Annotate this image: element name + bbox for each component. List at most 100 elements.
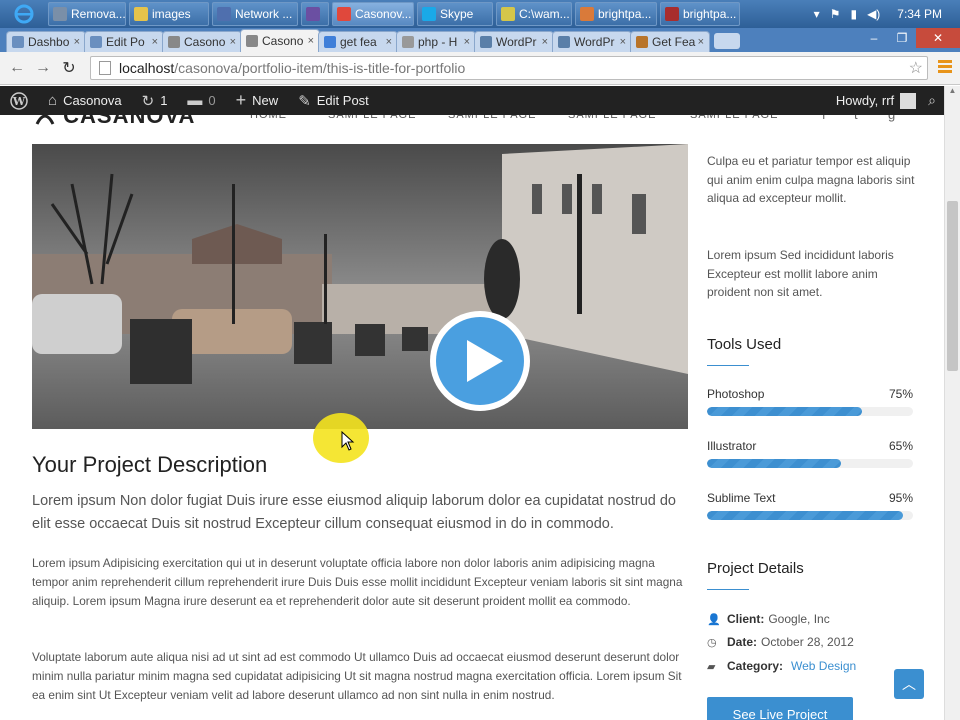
tab-favicon-icon xyxy=(558,36,570,48)
play-button[interactable] xyxy=(425,308,535,414)
tool-percent: 75% xyxy=(888,387,913,401)
taskbar-button[interactable] xyxy=(301,2,329,26)
folder-icon: ▰ xyxy=(707,660,716,673)
category-link[interactable]: Web Design xyxy=(791,659,856,673)
browser-tab[interactable]: Casono × xyxy=(240,29,320,52)
site-name: Casonova xyxy=(63,93,122,108)
tab-favicon-icon xyxy=(402,36,414,48)
app-icon xyxy=(501,7,515,21)
tab-close-icon[interactable]: × xyxy=(464,36,470,48)
maximize-button[interactable]: ❐ xyxy=(888,28,916,48)
admin-updates[interactable]: ↻ 1 xyxy=(142,92,168,110)
tab-favicon-icon xyxy=(324,36,336,48)
wp-admin-bar: W ⌂ Casonova ↻ 1 ▬ 0 + New ✎ Edit Post Howdy,… xyxy=(0,86,944,115)
browser-tab[interactable]: Edit Po × xyxy=(84,31,164,52)
clock[interactable]: 7:34 PM xyxy=(897,7,942,21)
browser-tab[interactable]: Dashbo × xyxy=(6,31,86,52)
howdy-user[interactable]: Howdy, rrf xyxy=(836,93,894,108)
minimize-button[interactable]: – xyxy=(860,28,888,48)
scroll-up-arrow-icon[interactable]: ▲ xyxy=(945,86,960,95)
back-button[interactable]: ← xyxy=(6,57,28,79)
flag-icon[interactable]: ⚑ xyxy=(830,7,841,21)
back-to-top-button[interactable]: ︿ xyxy=(894,669,924,699)
admin-search-icon[interactable]: ⌕ xyxy=(928,92,936,109)
project-details-heading: Project Details xyxy=(707,560,804,577)
tab-label: WordPr xyxy=(496,35,537,49)
tool-name: Photoshop xyxy=(707,387,765,401)
taskbar-button[interactable]: Remova... xyxy=(48,2,126,26)
tab-close-icon[interactable]: × xyxy=(152,36,158,48)
admin-new[interactable]: + New xyxy=(236,90,279,111)
taskbar-button[interactable]: images xyxy=(129,2,209,26)
browser-tab[interactable]: php - H × xyxy=(396,31,476,52)
tab-favicon-icon xyxy=(480,36,492,48)
tab-close-icon[interactable]: × xyxy=(620,36,626,48)
progress-track xyxy=(707,459,913,468)
client-label: Client: xyxy=(727,612,765,626)
browser-tab[interactable]: WordPr × xyxy=(552,31,632,52)
page-scrollbar[interactable]: ▲ xyxy=(944,86,960,720)
taskbar-button[interactable]: brightpa... xyxy=(660,2,740,26)
tab-close-icon[interactable]: × xyxy=(542,36,548,48)
google-plus-icon[interactable]: g xyxy=(888,115,895,122)
address-bar[interactable]: localhost/casonova/portfolio-item/this-i… xyxy=(90,56,928,80)
taskbar-button[interactable]: Casonov... xyxy=(332,2,414,26)
admin-site-link[interactable]: ⌂ Casonova xyxy=(48,92,122,109)
browser-tab[interactable]: WordPr × xyxy=(474,31,554,52)
wordpress-logo-icon[interactable]: W xyxy=(10,91,28,110)
admin-edit-post[interactable]: ✎ Edit Post xyxy=(298,92,369,110)
ie-icon[interactable] xyxy=(0,0,48,28)
project-video[interactable] xyxy=(32,144,688,429)
app-icon xyxy=(422,7,436,21)
tray-arrow-icon[interactable]: ▾ xyxy=(814,7,820,21)
tab-favicon-icon xyxy=(90,36,102,48)
updates-icon: ↻ xyxy=(141,92,155,110)
browser-tab[interactable]: Casono × xyxy=(162,31,242,52)
browser-tab[interactable]: Get Fea × xyxy=(630,31,710,52)
taskbar-button-label: Remova... xyxy=(71,7,126,21)
bookmark-star-icon[interactable]: ☆ xyxy=(909,58,923,78)
reload-button[interactable]: ↻ xyxy=(58,57,80,79)
taskbar-button[interactable]: brightpa... xyxy=(575,2,657,26)
taskbar-button[interactable]: C:\wam... xyxy=(496,2,572,26)
taskbar-button-label: Skype xyxy=(440,7,474,21)
progress-fill xyxy=(707,407,862,416)
tab-favicon-icon xyxy=(246,35,258,47)
avatar[interactable] xyxy=(900,92,917,109)
volume-icon[interactable]: ◀) xyxy=(867,7,880,21)
scroll-thumb[interactable] xyxy=(947,201,958,371)
tab-label: get fea xyxy=(340,35,377,49)
category-label: Category: xyxy=(727,659,784,673)
tab-close-icon[interactable]: × xyxy=(308,35,314,47)
comments-count: 0 xyxy=(208,93,216,108)
date-label: Date: xyxy=(727,635,758,649)
site-nav-item[interactable]: SAMPLE PAGE xyxy=(328,115,416,121)
tool-skill: Sublime Text 95% xyxy=(707,491,913,520)
site-logo[interactable]: CASANOVA xyxy=(34,115,195,129)
admin-comments[interactable]: ▬ 0 xyxy=(187,92,215,109)
tab-close-icon[interactable]: × xyxy=(386,36,392,48)
plus-icon: + xyxy=(235,90,247,110)
site-nav-item[interactable]: HOME xyxy=(250,115,287,121)
twitter-icon[interactable]: t xyxy=(854,115,858,122)
close-window-button[interactable]: ✕ xyxy=(916,28,960,48)
site-nav-item[interactable]: SAMPLE PAGE xyxy=(568,115,656,121)
browser-tab[interactable]: get fea × xyxy=(318,31,398,52)
network-icon[interactable]: ▮ xyxy=(850,7,857,21)
chrome-menu-icon[interactable] xyxy=(938,60,952,75)
site-nav-item[interactable]: SAMPLE PAGE xyxy=(448,115,536,121)
forward-button[interactable]: → xyxy=(32,57,54,79)
new-tab-button[interactable] xyxy=(714,33,740,49)
facebook-icon[interactable]: f xyxy=(822,115,826,122)
tab-close-icon[interactable]: × xyxy=(698,36,704,48)
taskbar-button[interactable]: Network ... xyxy=(212,2,298,26)
comment-icon: ▬ xyxy=(187,92,203,109)
taskbar-button[interactable]: Skype xyxy=(417,2,493,26)
tool-percent: 65% xyxy=(888,439,913,453)
tab-close-icon[interactable]: × xyxy=(230,36,236,48)
url-path: /casonova/portfolio-item/this-is-title-f… xyxy=(174,60,466,76)
see-live-project-button[interactable]: See Live Project xyxy=(707,697,853,720)
site-nav-item[interactable]: SAMPLE PAGE xyxy=(690,115,778,121)
tab-close-icon[interactable]: × xyxy=(74,36,80,48)
taskbar-button-label: C:\wam... xyxy=(519,7,570,21)
